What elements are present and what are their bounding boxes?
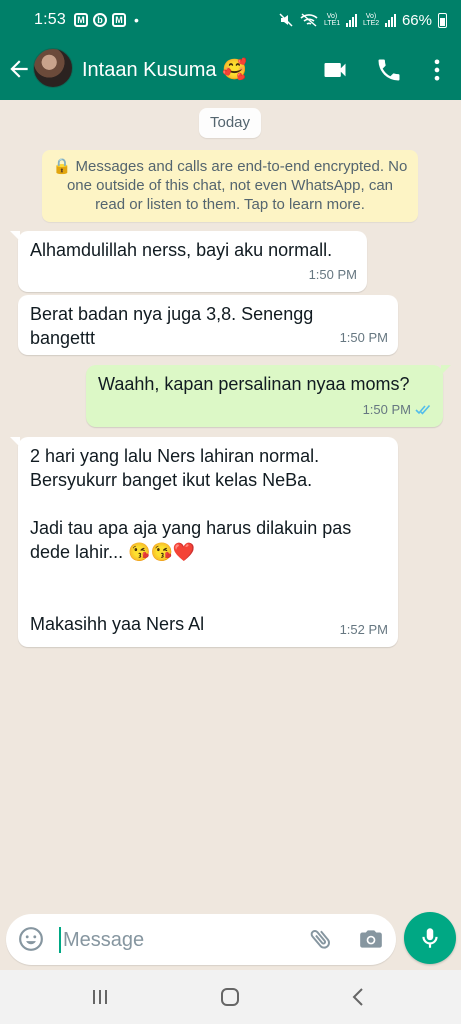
- message-time-label: 1:50 PM: [362, 402, 411, 417]
- avatar[interactable]: [33, 48, 73, 88]
- camera-icon[interactable]: [358, 926, 384, 952]
- date-chip: Today: [199, 108, 261, 138]
- message-time: 1:50 PM: [340, 326, 388, 350]
- wifi-icon: [300, 13, 318, 27]
- notification-icons: M b M: [73, 13, 126, 27]
- encryption-notice[interactable]: 🔒 Messages and calls are end-to-end encr…: [42, 150, 418, 222]
- more-options-icon[interactable]: [423, 56, 451, 84]
- status-time: 1:53: [34, 11, 66, 28]
- message-bubble-incoming[interactable]: Alhamdulillah nerss, bayi aku normall. 1…: [10, 231, 367, 292]
- message-time-label: 1:52 PM: [339, 622, 388, 637]
- system-nav-bar: [0, 970, 461, 1024]
- message-text: Alhamdulillah nerss, bayi aku normall.: [30, 240, 333, 260]
- top-bar: 1:53 M b M • Vo) LTE1 Vo) LTE2 66% Intaa…: [0, 0, 461, 100]
- message-time: 1:52 PM: [340, 618, 388, 642]
- back-arrow-icon[interactable]: [6, 56, 32, 82]
- message-text: Berat badan nya juga 3,8. Senengg banget…: [30, 304, 319, 348]
- video-call-icon[interactable]: [321, 56, 349, 84]
- battery-icon: [438, 12, 447, 28]
- status-bar: 1:53 M b M • Vo) LTE1 Vo) LTE2 66%: [0, 0, 461, 40]
- message-bubble-outgoing[interactable]: Waahh, kapan persalinan nyaa moms? 1:50 …: [86, 365, 451, 427]
- text-caret: [59, 927, 61, 953]
- signal-1-icon: [345, 13, 357, 27]
- mic-icon: [422, 928, 438, 948]
- lte2-label: Vo) LTE2: [362, 13, 380, 27]
- message-time-label: 1:50 PM: [308, 267, 357, 282]
- messenger-icon: b: [92, 13, 107, 27]
- chat-area[interactable]: Today 🔒 Messages and calls are end-to-en…: [0, 100, 461, 912]
- mic-button[interactable]: [404, 912, 456, 964]
- message-text: Waahh, kapan persalinan nyaa moms?: [98, 374, 410, 394]
- home-icon[interactable]: [218, 985, 242, 1009]
- gmail-icon: M: [73, 13, 88, 27]
- lte1-label: Vo) LTE1: [323, 13, 341, 27]
- emoji-icon[interactable]: [18, 926, 44, 952]
- contact-name[interactable]: Intaan Kusuma 🥰: [82, 57, 247, 82]
- recents-icon[interactable]: [88, 985, 112, 1009]
- back-icon[interactable]: [347, 985, 371, 1009]
- message-input[interactable]: [63, 925, 283, 955]
- battery-percent: 66%: [401, 11, 432, 29]
- chat-header: Intaan Kusuma 🥰: [0, 40, 461, 100]
- message-time: 1:50 PM: [309, 263, 357, 287]
- message-input-box[interactable]: [6, 914, 396, 965]
- composer-bar: [0, 912, 461, 970]
- message-text: 2 hari yang lalu Ners lahiran normal. Be…: [30, 446, 352, 634]
- message-time: 1:50 PM: [363, 398, 433, 422]
- voice-call-icon[interactable]: [375, 56, 403, 84]
- attach-icon[interactable]: [308, 926, 334, 952]
- message-bubble-incoming[interactable]: 2 hari yang lalu Ners lahiran normal. Be…: [10, 437, 398, 647]
- notification-dot: •: [133, 12, 139, 28]
- gmail-icon: M: [111, 13, 126, 27]
- mute-icon: [279, 13, 293, 27]
- read-receipt-icon: [415, 404, 431, 415]
- signal-2-icon: [384, 13, 396, 27]
- message-bubble-incoming[interactable]: Berat badan nya juga 3,8. Senengg banget…: [18, 295, 398, 355]
- status-right: Vo) LTE1 Vo) LTE2 66%: [278, 12, 447, 29]
- message-time-label: 1:50 PM: [339, 330, 388, 345]
